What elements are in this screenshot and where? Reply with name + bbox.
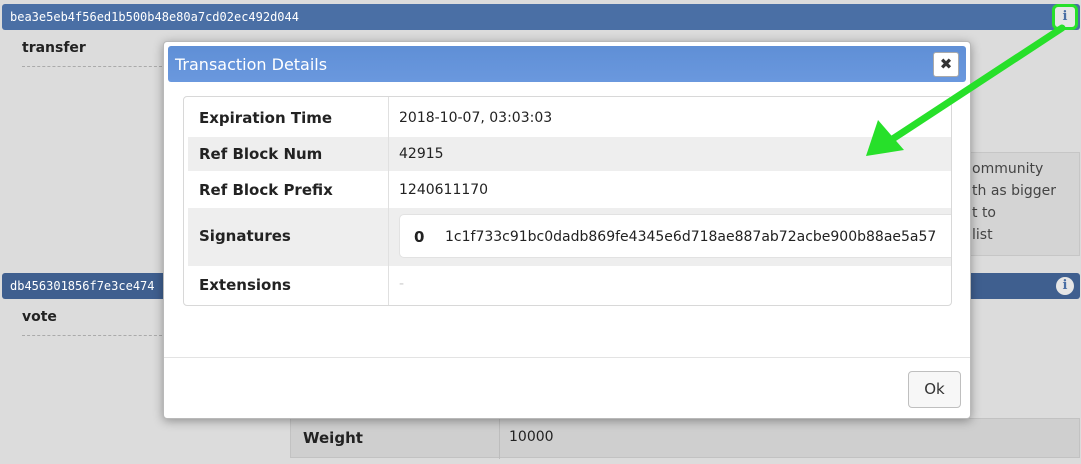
annotation-arrow-icon: [866, 24, 1066, 156]
